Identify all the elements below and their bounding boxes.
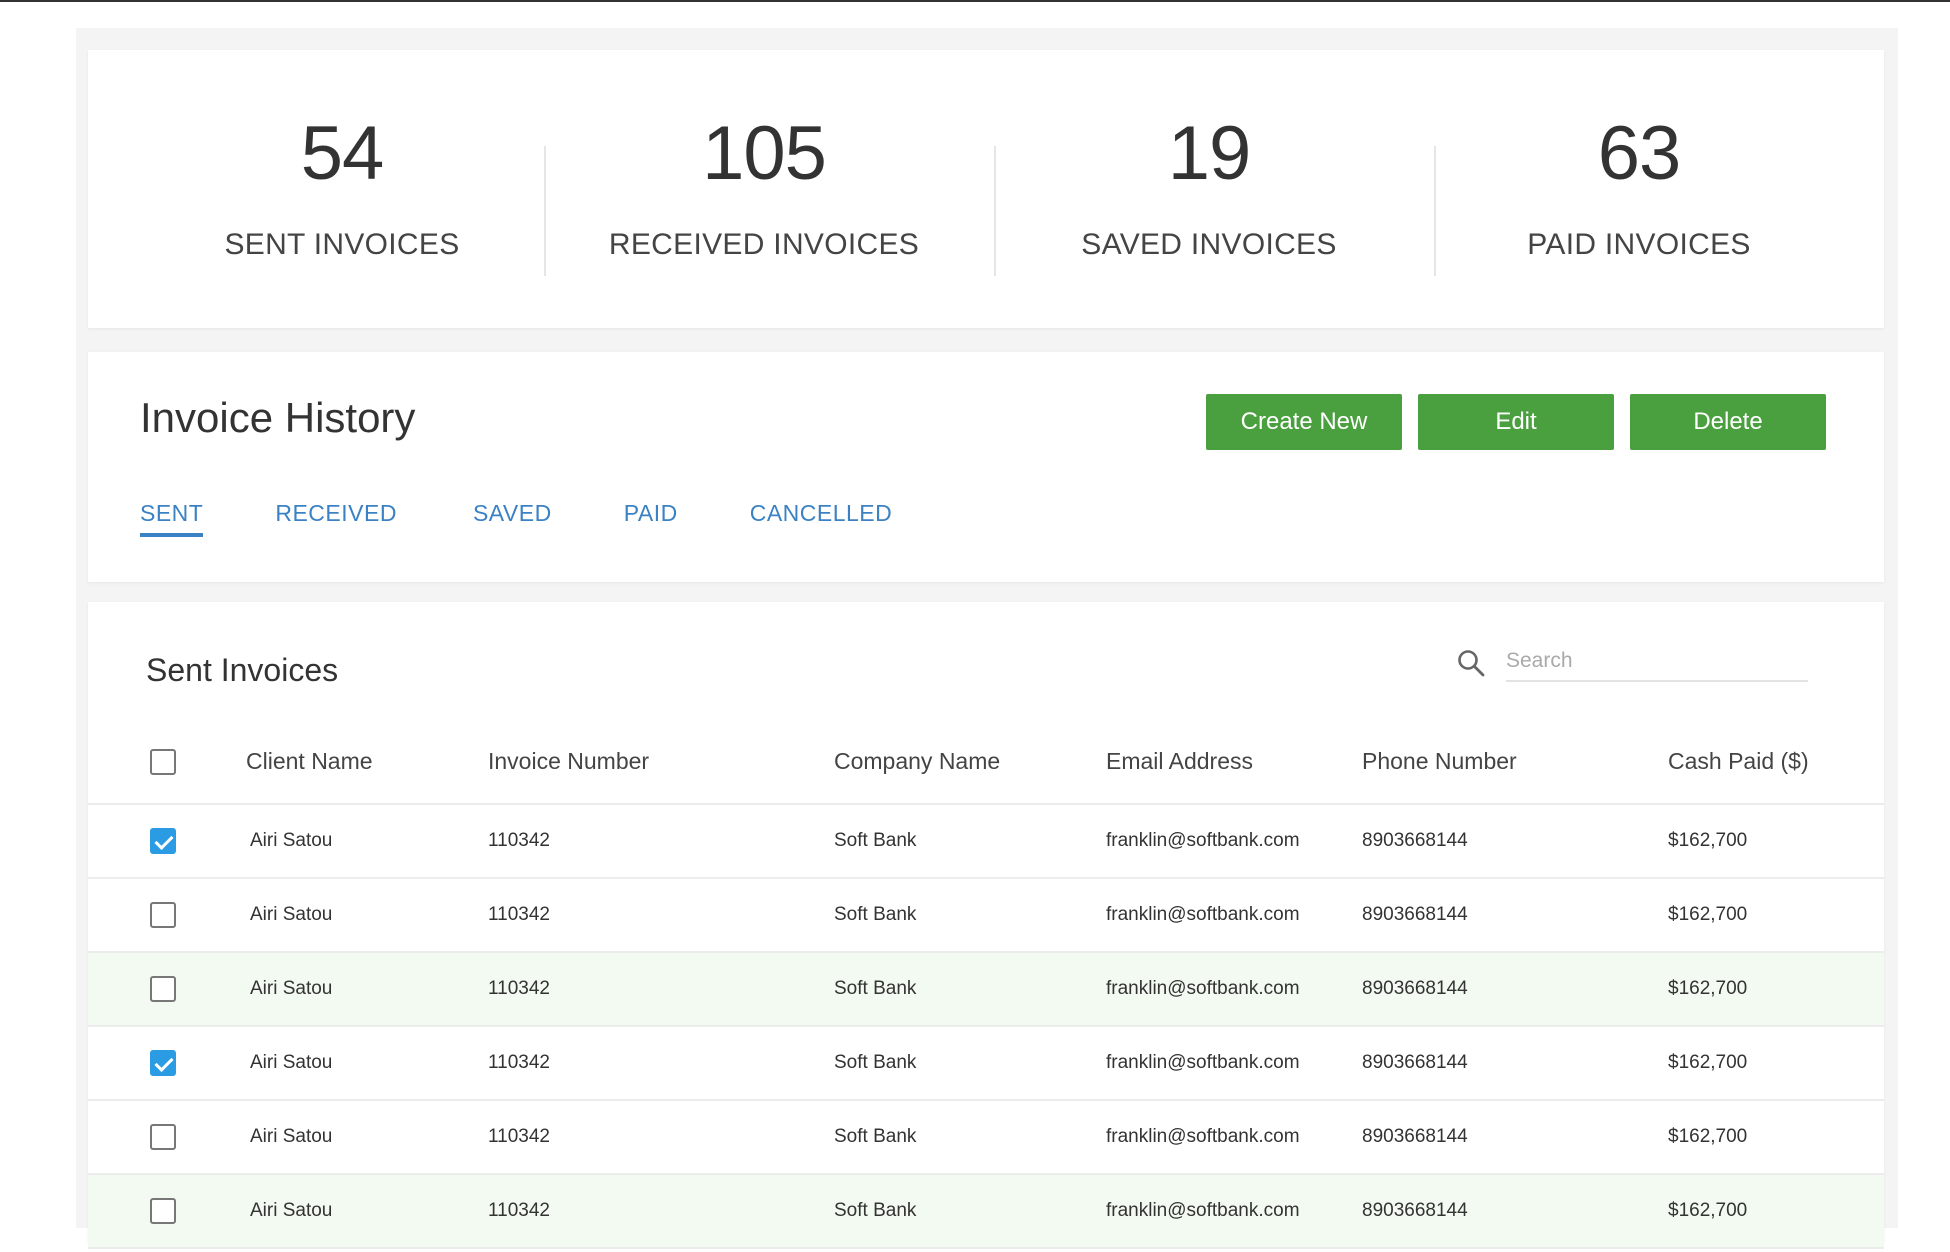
tab-sent[interactable]: SENT [140, 500, 204, 537]
col-cash-paid[interactable]: Cash Paid ($) [1668, 720, 1884, 805]
cash-paid-cell: $162,700 [1668, 878, 1884, 953]
row-checkbox[interactable] [150, 902, 176, 928]
client-name-cell: Airi Satou [246, 1026, 488, 1101]
stat-received: 105 RECEIVED INVOICES [604, 116, 924, 262]
edit-button[interactable]: Edit [1418, 394, 1614, 450]
row-checkbox[interactable] [150, 828, 176, 854]
divider [1434, 146, 1436, 276]
row-checkbox[interactable] [150, 976, 176, 1002]
table-row[interactable]: Airi Satou 110342 Soft Bank franklin@softba… [88, 1100, 1884, 1175]
client-name-cell: Airi Satou [246, 804, 488, 879]
cash-paid-cell: $162,700 [1668, 1026, 1884, 1101]
row-select-cell [88, 878, 246, 953]
company-name-cell: Soft Bank [834, 804, 1106, 879]
stat-sent: 54 SENT INVOICES [192, 116, 492, 262]
stat-label: RECEIVED INVOICES [608, 228, 920, 261]
cash-paid-cell: $162,700 [1668, 1100, 1884, 1175]
tab-paid[interactable]: PAID [624, 500, 678, 537]
stat-value: 19 [1167, 111, 1252, 196]
email-address-cell: franklin@softbank.com [1106, 878, 1362, 953]
company-name-cell: Soft Bank [834, 878, 1106, 953]
phone-number-cell: 8903668144 [1362, 1100, 1668, 1175]
row-checkbox[interactable] [150, 1124, 176, 1150]
row-select-cell [88, 1026, 246, 1101]
stat-value: 63 [1597, 111, 1682, 196]
col-company-name[interactable]: Company Name [834, 720, 1106, 805]
col-client-name[interactable]: Client Name [246, 720, 488, 805]
client-name-cell: Airi Satou [246, 1174, 488, 1249]
invoice-number-cell: 110342 [488, 1174, 834, 1249]
stat-paid: 63 PAID INVOICES [1514, 116, 1764, 262]
stat-label: PAID INVOICES [1527, 228, 1751, 261]
stat-label: SENT INVOICES [224, 228, 460, 261]
company-name-cell: Soft Bank [834, 1174, 1106, 1249]
search-input[interactable] [1506, 642, 1808, 682]
phone-number-cell: 8903668144 [1362, 1026, 1668, 1101]
cash-paid-cell: $162,700 [1668, 952, 1884, 1027]
invoice-history-card: Invoice History Create New Edit Delete S… [88, 352, 1884, 582]
top-border [0, 0, 1950, 2]
row-checkbox[interactable] [150, 1198, 176, 1224]
delete-button[interactable]: Delete [1630, 394, 1826, 450]
invoice-number-cell: 110342 [488, 878, 834, 953]
divider [994, 146, 996, 276]
tab-saved[interactable]: SAVED [473, 500, 552, 537]
email-address-cell: franklin@softbank.com [1106, 1174, 1362, 1249]
create-new-button[interactable]: Create New [1206, 394, 1402, 450]
invoice-number-cell: 110342 [488, 1100, 834, 1175]
email-address-cell: franklin@softbank.com [1106, 952, 1362, 1027]
client-name-cell: Airi Satou [246, 1100, 488, 1175]
phone-number-cell: 8903668144 [1362, 804, 1668, 879]
row-select-cell [88, 1100, 246, 1175]
stat-saved: 19 SAVED INVOICES [1074, 116, 1344, 262]
table-row[interactable]: Airi Satou 110342 Soft Bank franklin@softba… [88, 952, 1884, 1027]
client-name-cell: Airi Satou [246, 952, 488, 1027]
table-row[interactable]: Airi Satou 110342 Soft Bank franklin@softba… [88, 1174, 1884, 1249]
table-header-row: Client Name Invoice Number Company Name … [88, 720, 1884, 805]
phone-number-cell: 8903668144 [1362, 878, 1668, 953]
row-select-cell [88, 952, 246, 1027]
dashboard: 54 SENT INVOICES 105 RECEIVED INVOICES 1… [76, 28, 1898, 1249]
invoice-number-cell: 110342 [488, 804, 834, 879]
invoice-tabs: SENT RECEIVED SAVED PAID CANCELLED [140, 500, 892, 537]
section-title: Invoice History [140, 394, 416, 441]
divider [544, 146, 546, 276]
col-email-address[interactable]: Email Address [1106, 720, 1362, 805]
tab-cancelled[interactable]: CANCELLED [750, 500, 893, 537]
stat-label: SAVED INVOICES [1081, 228, 1337, 261]
invoice-table: Client Name Invoice Number Company Name … [88, 720, 1884, 1249]
invoice-number-cell: 110342 [488, 1026, 834, 1101]
email-address-cell: franklin@softbank.com [1106, 1100, 1362, 1175]
email-address-cell: franklin@softbank.com [1106, 1026, 1362, 1101]
phone-number-cell: 8903668144 [1362, 1174, 1668, 1249]
table-row[interactable]: Airi Satou 110342 Soft Bank franklin@softba… [88, 878, 1884, 953]
col-invoice-number[interactable]: Invoice Number [488, 720, 834, 805]
search-icon[interactable] [1456, 648, 1486, 678]
sent-invoices-card: Sent Invoices Client Name Invoice Number… [88, 602, 1884, 1249]
company-name-cell: Soft Bank [834, 952, 1106, 1027]
cash-paid-cell: $162,700 [1668, 1174, 1884, 1249]
table-body: Airi Satou 110342 Soft Bank franklin@softba… [88, 804, 1884, 1249]
stat-value: 54 [300, 111, 385, 196]
stats-card: 54 SENT INVOICES 105 RECEIVED INVOICES 1… [88, 50, 1884, 328]
tab-received[interactable]: RECEIVED [275, 500, 397, 537]
email-address-cell: franklin@softbank.com [1106, 804, 1362, 879]
client-name-cell: Airi Satou [246, 878, 488, 953]
row-checkbox[interactable] [150, 1050, 176, 1076]
company-name-cell: Soft Bank [834, 1100, 1106, 1175]
invoice-number-cell: 110342 [488, 952, 834, 1027]
table-row[interactable]: Airi Satou 110342 Soft Bank franklin@softba… [88, 804, 1884, 879]
select-all-checkbox[interactable] [150, 749, 176, 776]
row-select-cell [88, 1174, 246, 1249]
table-title: Sent Invoices [146, 652, 339, 688]
row-select-cell [88, 804, 246, 879]
table-row[interactable]: Airi Satou 110342 Soft Bank franklin@softba… [88, 1026, 1884, 1101]
select-all-cell [88, 720, 246, 805]
stat-value: 105 [702, 111, 827, 196]
cash-paid-cell: $162,700 [1668, 804, 1884, 879]
col-phone-number[interactable]: Phone Number [1362, 720, 1668, 805]
search-box [1456, 636, 1812, 686]
company-name-cell: Soft Bank [834, 1026, 1106, 1101]
phone-number-cell: 8903668144 [1362, 952, 1668, 1027]
